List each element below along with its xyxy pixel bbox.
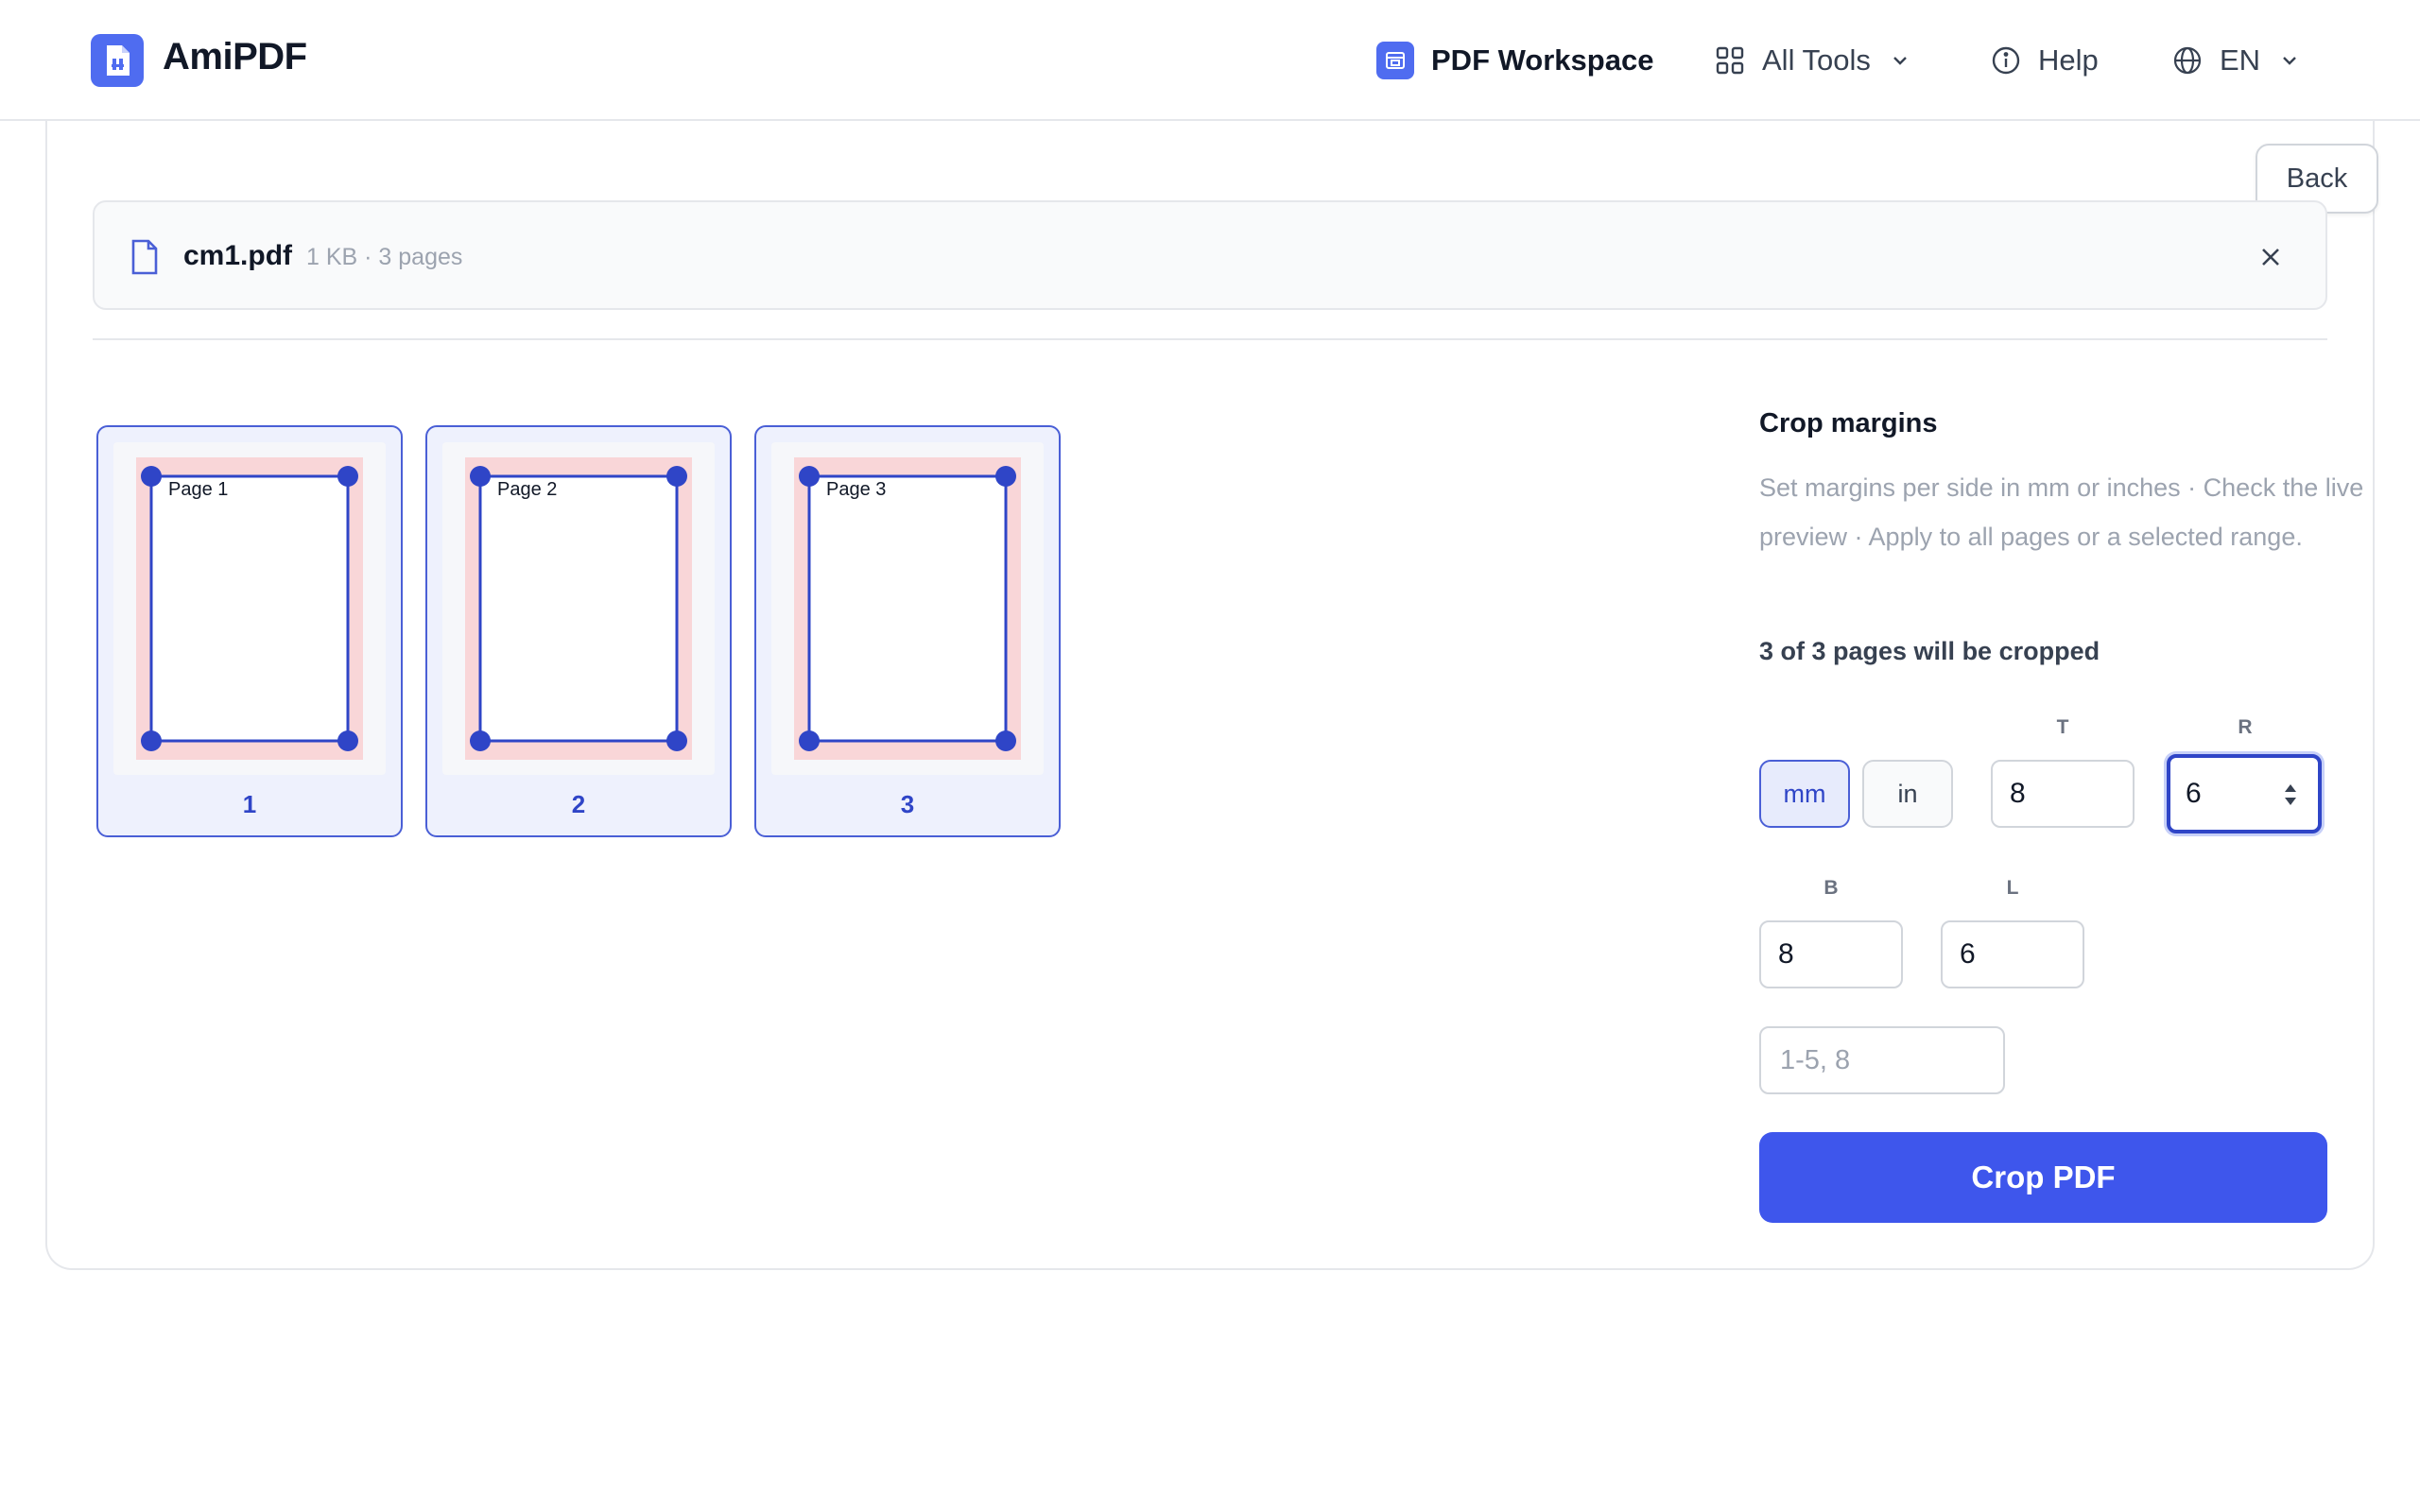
pages-cropped-count: 3 of 3 pages will be cropped — [1759, 637, 2100, 665]
file-icon — [129, 238, 161, 281]
crop-handle[interactable] — [666, 730, 687, 751]
nav-pdf-workspace[interactable]: PDF Workspace — [1376, 38, 1653, 83]
right-margin-input[interactable]: 6 — [2167, 754, 2322, 833]
nav-pdf-workspace-label: PDF Workspace — [1431, 43, 1654, 77]
language-selector[interactable]: EN — [2172, 38, 2300, 83]
top-margin-input[interactable]: 8 — [1991, 760, 2135, 828]
page-number: 2 — [571, 790, 586, 818]
remove-file-close-icon[interactable] — [2254, 240, 2288, 274]
crop-handle[interactable] — [995, 730, 1016, 751]
page-preview: Page 3 — [771, 442, 1044, 775]
brand-name[interactable]: AmiPDF — [163, 36, 307, 78]
crop-handle[interactable] — [337, 730, 358, 751]
page-range-input[interactable]: 1-5, 8 — [1759, 1026, 2005, 1094]
page-thumbnail[interactable]: Page 2 2 — [425, 425, 732, 837]
page-number: 3 — [900, 790, 915, 818]
unit-mm-button[interactable]: mm — [1759, 760, 1850, 828]
page-number: 1 — [242, 790, 257, 818]
nav-all-tools-label: All Tools — [1762, 43, 1871, 77]
page-thumbnail[interactable]: Page 3 3 — [754, 425, 1061, 837]
page-label: Page 1 — [168, 479, 228, 500]
crop-handle[interactable] — [470, 730, 491, 751]
crop-handle[interactable] — [799, 730, 820, 751]
crop-handle[interactable] — [666, 466, 687, 487]
page-label: Page 3 — [826, 479, 886, 500]
crop-preview: Page 2 — [465, 457, 692, 760]
nav-all-tools[interactable]: All Tools — [1715, 38, 1910, 83]
top-navbar: AmiPDF PDF Workspace All Tools Help EN — [0, 0, 2420, 121]
file-info-bar: cm1.pdf 1 KB · 3 pages — [93, 200, 2327, 310]
nav-help[interactable]: Help — [1991, 38, 2099, 83]
bottom-margin-input[interactable]: 8 — [1759, 920, 1903, 988]
page-preview: Page 2 — [442, 442, 715, 775]
page-thumbnail[interactable]: Page 1 1 — [96, 425, 403, 837]
bottom-margin-label: B — [1824, 877, 1839, 899]
section-divider — [93, 338, 2327, 340]
panel-description: Set margins per side in mm or inches · C… — [1759, 473, 2364, 551]
info-icon — [1991, 45, 2021, 76]
left-margin-label: L — [2006, 877, 2019, 899]
chevron-down-icon — [2279, 50, 2300, 71]
page-label: Page 2 — [497, 479, 557, 500]
panel-title: Crop margins — [1759, 408, 1938, 438]
crop-handle[interactable] — [799, 466, 820, 487]
right-margin-label: R — [2238, 716, 2253, 738]
crop-handle[interactable] — [995, 466, 1016, 487]
globe-icon — [2172, 45, 2203, 76]
page-preview: Page 1 — [113, 442, 386, 775]
amipdf-logo-icon[interactable] — [91, 34, 144, 87]
crop-preview: Page 3 — [794, 457, 1021, 760]
unit-in-button[interactable]: in — [1862, 760, 1953, 828]
crop-handle[interactable] — [141, 730, 162, 751]
language-label: EN — [2220, 43, 2261, 77]
crop-preview: Page 1 — [136, 457, 363, 760]
stepper-arrows-icon[interactable] — [2280, 781, 2301, 816]
top-margin-label: T — [2056, 716, 2069, 738]
crop-handle[interactable] — [470, 466, 491, 487]
left-margin-input[interactable]: 6 — [1941, 920, 2084, 988]
nav-help-label: Help — [2038, 43, 2099, 77]
crop-handle[interactable] — [141, 466, 162, 487]
crop-pdf-button[interactable]: Crop PDF — [1759, 1132, 2327, 1223]
grid-icon — [1715, 45, 1745, 76]
file-meta: 1 KB · 3 pages — [306, 244, 463, 270]
file-name: cm1.pdf — [183, 240, 293, 271]
right-margin-value: 6 — [2186, 778, 2202, 809]
chevron-down-icon — [1890, 50, 1910, 71]
crop-handle[interactable] — [337, 466, 358, 487]
workspace-icon — [1376, 42, 1414, 79]
